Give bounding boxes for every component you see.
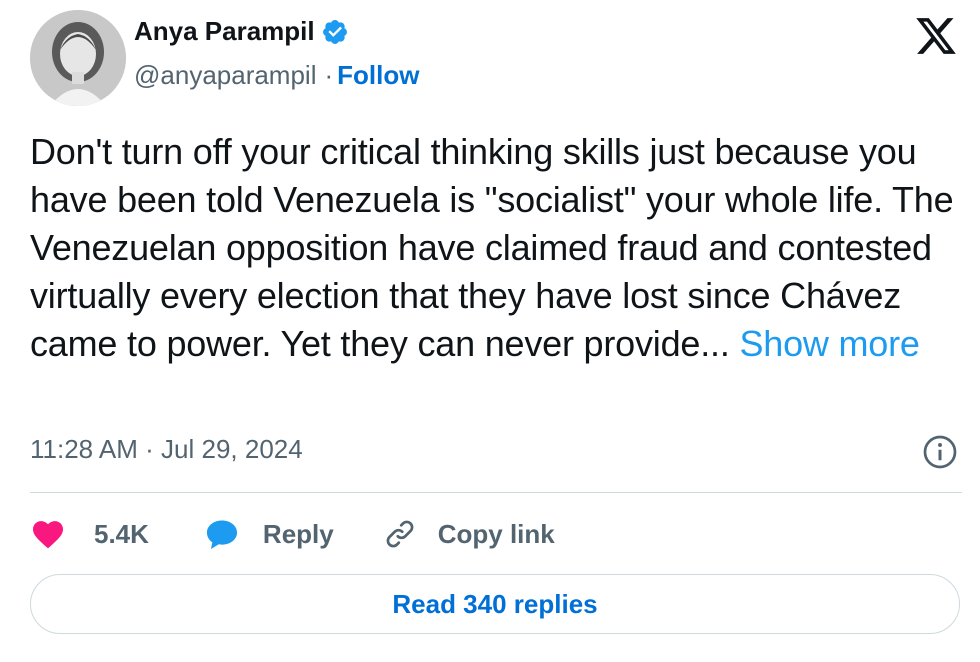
like-count: 5.4K bbox=[94, 518, 149, 549]
heart-icon bbox=[33, 521, 63, 549]
follow-button[interactable]: Follow bbox=[337, 60, 419, 91]
like-button[interactable]: 5.4K bbox=[30, 516, 149, 552]
copy-link-label: Copy link bbox=[437, 518, 555, 549]
author-name[interactable]: Anya Parampil bbox=[134, 16, 315, 47]
tweet-text: Don't turn off your critical thinking sk… bbox=[30, 128, 960, 368]
link-icon bbox=[386, 520, 414, 548]
info-icon[interactable] bbox=[922, 434, 958, 470]
x-logo-icon[interactable] bbox=[914, 14, 958, 58]
read-replies-button[interactable]: Read 340 replies bbox=[30, 574, 960, 634]
author-handle[interactable]: @anyaparampil bbox=[134, 60, 316, 91]
copy-link-button[interactable]: Copy link bbox=[382, 516, 555, 552]
reply-label: Reply bbox=[262, 518, 334, 549]
author-name-row: Anya Parampil bbox=[134, 16, 349, 47]
handle-row: @anyaparampil · Follow bbox=[134, 60, 419, 91]
reply-button[interactable]: Reply bbox=[203, 515, 334, 553]
avatar[interactable] bbox=[30, 10, 126, 106]
action-bar: 5.4K Reply Copy link bbox=[30, 512, 555, 556]
handle-separator: · bbox=[324, 60, 334, 90]
verified-badge-icon bbox=[322, 19, 347, 44]
avatar-image bbox=[30, 10, 126, 106]
divider bbox=[30, 492, 962, 493]
speech-bubble-icon bbox=[206, 520, 237, 550]
show-more-link[interactable]: Show more bbox=[739, 323, 919, 364]
tweet-timestamp[interactable]: 11:28 AM · Jul 29, 2024 bbox=[30, 434, 303, 465]
